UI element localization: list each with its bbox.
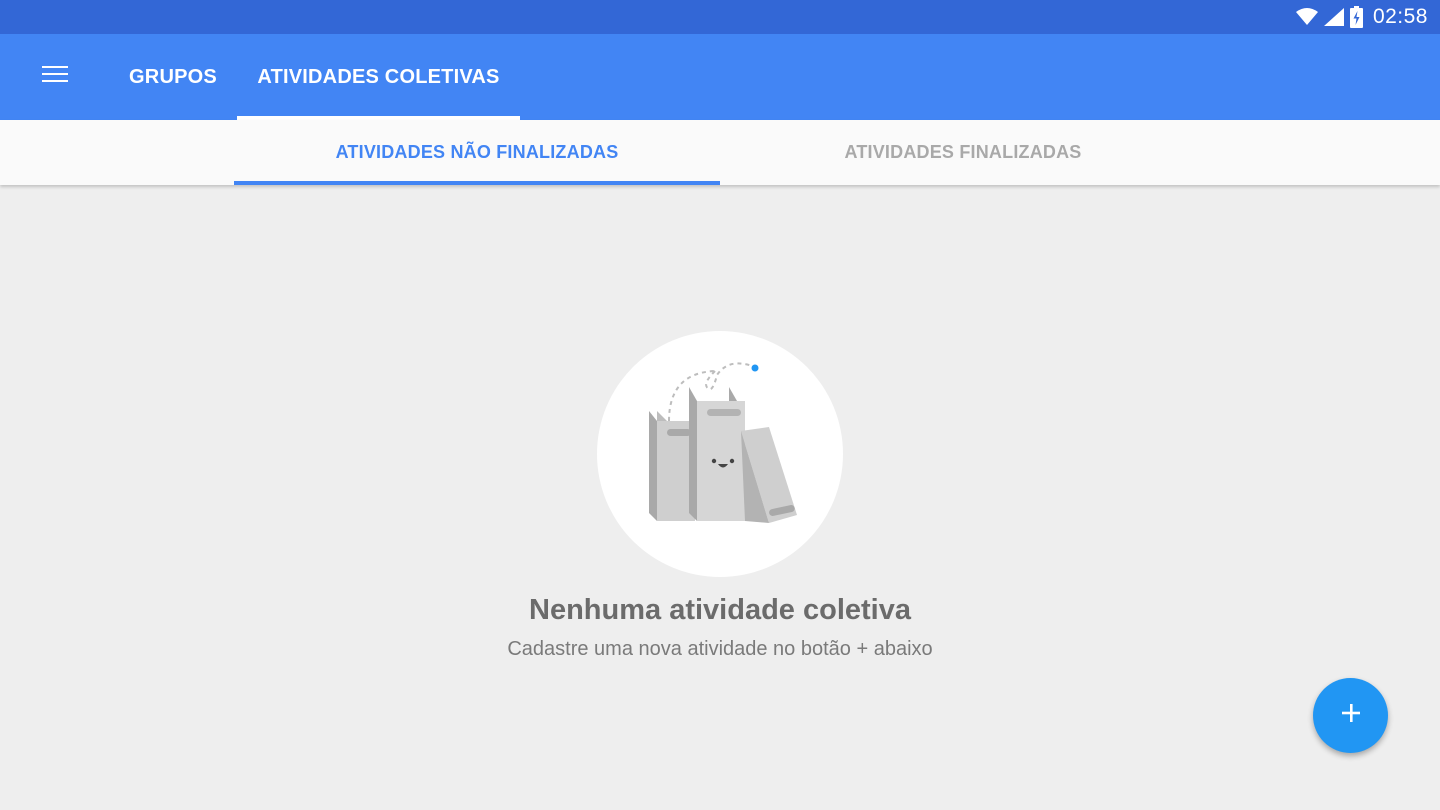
- tab-grupos-label: GRUPOS: [129, 65, 217, 88]
- plus-icon: [1340, 702, 1362, 729]
- status-icons: 02:58: [1295, 0, 1428, 34]
- hamburger-menu-icon: [42, 65, 68, 88]
- tab-atividades-finalizadas-label: ATIVIDADES FINALIZADAS: [844, 142, 1082, 162]
- empty-state-title: Nenhuma atividade coletiva: [529, 594, 911, 626]
- sub-tab-indicator: [234, 181, 720, 185]
- binders-illustration: [597, 331, 843, 577]
- wifi-icon: [1295, 8, 1318, 26]
- add-activity-button[interactable]: [1313, 678, 1388, 753]
- tab-atividades-nao-finalizadas-label: ATIVIDADES NÃO FINALIZADAS: [335, 142, 619, 162]
- status-bar: 02:58: [0, 0, 1440, 34]
- tab-atividades-coletivas-label: ATIVIDADES COLETIVAS: [257, 65, 500, 88]
- battery-charging-icon: [1349, 6, 1363, 28]
- tab-atividades-nao-finalizadas[interactable]: ATIVIDADES NÃO FINALIZADAS: [234, 120, 720, 185]
- sub-tab-bar: ATIVIDADES NÃO FINALIZADAS ATIVIDADES FI…: [0, 120, 1440, 185]
- app-bar: GRUPOS ATIVIDADES COLETIVAS: [0, 34, 1440, 120]
- tab-atividades-coletivas[interactable]: ATIVIDADES COLETIVAS: [237, 34, 520, 120]
- tab-grupos[interactable]: GRUPOS: [108, 34, 238, 120]
- clock: 02:58: [1372, 5, 1428, 28]
- menu-button[interactable]: [30, 56, 80, 96]
- cell-signal-icon: [1323, 8, 1344, 26]
- empty-state-subtitle: Cadastre uma nova atividade no botão + a…: [507, 638, 933, 660]
- tab-atividades-finalizadas[interactable]: ATIVIDADES FINALIZADAS: [720, 120, 1206, 185]
